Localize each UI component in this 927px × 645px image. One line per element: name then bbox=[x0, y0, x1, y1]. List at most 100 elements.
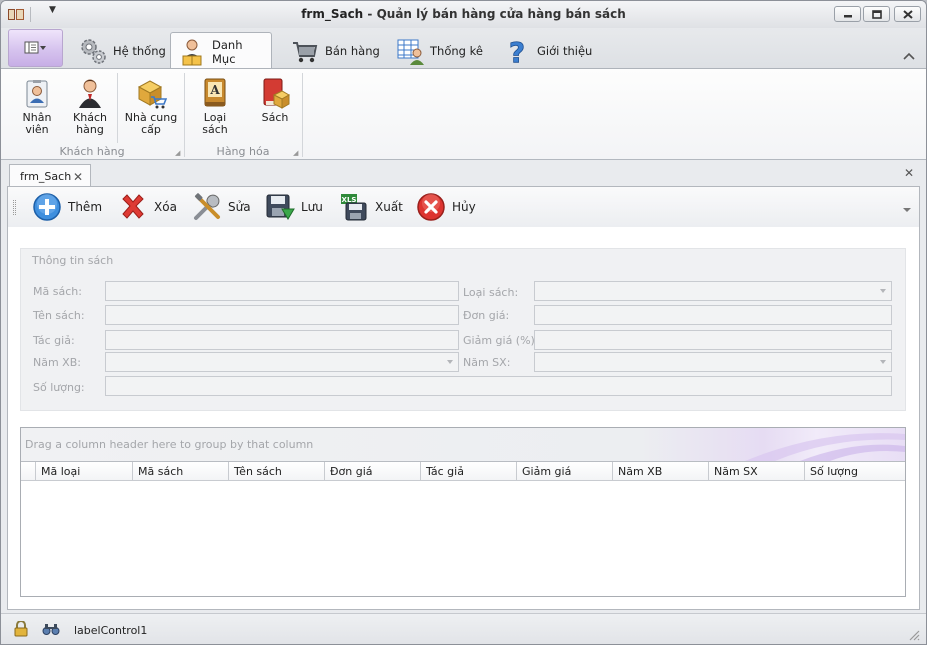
tab-ban-hang-label: Bán hàng bbox=[325, 43, 380, 58]
group-launcher-icon[interactable]: ◢ bbox=[175, 149, 180, 157]
main-window: ▼ frm_Sach - Quản lý bán hàng cửa hàng b… bbox=[0, 0, 927, 645]
huy-button[interactable]: Hủy bbox=[416, 192, 476, 222]
chevron-down-icon[interactable] bbox=[880, 360, 886, 364]
close-tab-icon[interactable]: ✕ bbox=[73, 170, 83, 184]
window-title-text: Quản lý bán hàng cửa hàng bán sách bbox=[376, 7, 626, 21]
tab-he-thong[interactable]: Hệ thống bbox=[72, 32, 172, 69]
don-gia-input[interactable] bbox=[534, 305, 892, 325]
cancel-icon bbox=[416, 192, 446, 222]
column-header-ma-sach[interactable]: Mã sách bbox=[133, 462, 229, 481]
minimize-button[interactable] bbox=[834, 6, 861, 22]
xuat-button[interactable]: XLS Xuất bbox=[339, 192, 403, 222]
gears-icon bbox=[78, 36, 108, 66]
group-launcher-icon[interactable]: ◢ bbox=[293, 149, 298, 157]
save-icon bbox=[265, 192, 295, 222]
tab-gioi-thieu[interactable]: ? Giới thiệu bbox=[496, 32, 598, 69]
tac-gia-input[interactable] bbox=[105, 330, 459, 350]
book-category-icon: A bbox=[199, 75, 231, 109]
xuat-label: Xuất bbox=[375, 200, 403, 214]
application-menu-icon bbox=[24, 41, 46, 54]
huy-label: Hủy bbox=[452, 200, 476, 214]
column-header-row: Mã loại Mã sách Tên sách Đơn giá Tác giả… bbox=[21, 461, 905, 481]
ten-sach-input[interactable] bbox=[105, 305, 459, 325]
close-button[interactable] bbox=[894, 6, 921, 22]
close-icon bbox=[903, 10, 913, 19]
document-tab-frm-sach[interactable]: frm_Sach ✕ bbox=[9, 164, 91, 187]
loai-sach-label-1: Loại sách bbox=[202, 111, 228, 136]
sach-button[interactable]: Sách bbox=[255, 75, 295, 124]
column-header-so-luong[interactable]: Số lượng bbox=[805, 462, 905, 481]
column-header-nam-sx[interactable]: Năm SX bbox=[709, 462, 805, 481]
luu-button[interactable]: Lưu bbox=[265, 192, 323, 222]
nha-cung-cap-button[interactable]: Nhà cung cấp bbox=[124, 75, 178, 136]
group-label-khach-hang: Khách hàng bbox=[59, 145, 125, 158]
loai-sach-button[interactable]: A Loại sách bbox=[190, 75, 240, 136]
window-title: frm_Sach - Quản lý bán hàng cửa hàng bán… bbox=[1, 7, 926, 21]
tab-he-thong-label: Hệ thống bbox=[113, 43, 166, 58]
group-label-hang-hoa: Hàng hóa bbox=[216, 145, 270, 158]
ma-sach-input[interactable] bbox=[105, 281, 459, 301]
binoculars-icon[interactable] bbox=[42, 622, 60, 639]
don-gia-label: Đơn giá: bbox=[463, 309, 510, 322]
application-menu-button[interactable] bbox=[8, 29, 63, 67]
toolbar-overflow-icon[interactable] bbox=[903, 203, 911, 216]
nhan-vien-button[interactable]: Nhân viên bbox=[12, 75, 62, 136]
tab-ban-hang[interactable]: Bán hàng bbox=[284, 32, 386, 69]
book-grid[interactable]: Drag a column header here to group by th… bbox=[20, 427, 906, 597]
ribbon-collapse-icon[interactable] bbox=[903, 50, 915, 63]
tab-thong-ke[interactable]: Thống kê bbox=[389, 32, 489, 69]
row-indicator-header bbox=[21, 462, 36, 481]
tab-danh-muc-label: Danh Mục bbox=[212, 37, 243, 66]
toolbar: Thêm Xóa Sửa Lưu XLS Xuất Hủy bbox=[8, 187, 919, 227]
tab-gioi-thieu-label: Giới thiệu bbox=[537, 43, 593, 58]
tab-danh-muc[interactable]: Danh Mục bbox=[170, 32, 272, 70]
chevron-down-icon[interactable] bbox=[447, 360, 453, 364]
so-luong-input[interactable] bbox=[105, 376, 892, 396]
form-pane: Thêm Xóa Sửa Lưu XLS Xuất Hủy Thông tin … bbox=[7, 186, 920, 610]
xoa-button[interactable]: Xóa bbox=[118, 192, 177, 222]
tac-gia-label: Tác giả: bbox=[33, 334, 75, 347]
sua-label: Sửa bbox=[228, 200, 251, 214]
maximize-button[interactable] bbox=[863, 6, 890, 22]
minimize-icon bbox=[844, 15, 852, 18]
column-header-ten-sach[interactable]: Tên sách bbox=[229, 462, 325, 481]
chevron-down-icon[interactable] bbox=[880, 289, 886, 293]
toolbar-grip[interactable] bbox=[13, 200, 16, 215]
them-button[interactable]: Thêm bbox=[32, 192, 102, 222]
resize-grip-icon[interactable] bbox=[909, 630, 920, 644]
button-separator bbox=[117, 73, 118, 143]
sua-button[interactable]: Sửa bbox=[192, 192, 251, 222]
window-title-form: frm_Sach bbox=[301, 7, 364, 21]
giam-gia-label: Giảm giá (%): bbox=[463, 334, 539, 347]
group-title: Thông tin sách bbox=[32, 254, 114, 267]
spreadsheet-person-icon bbox=[395, 36, 425, 66]
delete-icon bbox=[118, 192, 148, 222]
nam-sx-label: Năm SX: bbox=[463, 356, 511, 369]
help-icon: ? bbox=[502, 36, 532, 66]
column-header-ma-loai[interactable]: Mã loại bbox=[36, 462, 133, 481]
status-bar: labelControl1 bbox=[1, 613, 926, 644]
ma-sach-label: Mã sách: bbox=[33, 285, 82, 298]
close-document-icon[interactable]: ✕ bbox=[904, 166, 914, 180]
giam-gia-input[interactable] bbox=[534, 330, 892, 350]
khach-hang-button[interactable]: Khách hàng bbox=[67, 75, 113, 136]
ten-sach-label: Tên sách: bbox=[33, 309, 85, 322]
column-header-nam-xb[interactable]: Năm XB bbox=[613, 462, 709, 481]
column-header-tac-gia[interactable]: Tác giả bbox=[421, 462, 517, 481]
ribbon-tab-row: Hệ thống Danh Mục Bán hàng Thống kê ? Gi… bbox=[1, 28, 926, 70]
export-xls-icon: XLS bbox=[339, 192, 369, 222]
column-header-don-gia[interactable]: Đơn giá bbox=[325, 462, 421, 481]
column-header-giam-gia[interactable]: Giảm giá bbox=[517, 462, 613, 481]
nam-xb-label: Năm XB: bbox=[33, 356, 81, 369]
group-by-panel[interactable]: Drag a column header here to group by th… bbox=[21, 428, 905, 461]
status-label: labelControl1 bbox=[74, 624, 148, 637]
loai-sach-dropdown[interactable] bbox=[534, 281, 892, 301]
nam-sx-dropdown[interactable] bbox=[534, 352, 892, 372]
nam-xb-dropdown[interactable] bbox=[105, 352, 459, 372]
luu-label: Lưu bbox=[301, 200, 323, 214]
book-info-group: Thông tin sách Mã sách: Tên sách: Tác gi… bbox=[20, 248, 906, 411]
xoa-label: Xóa bbox=[154, 200, 177, 214]
lock-icon[interactable] bbox=[14, 620, 28, 640]
decorative-swoosh bbox=[745, 433, 905, 461]
svg-text:A: A bbox=[209, 83, 220, 97]
